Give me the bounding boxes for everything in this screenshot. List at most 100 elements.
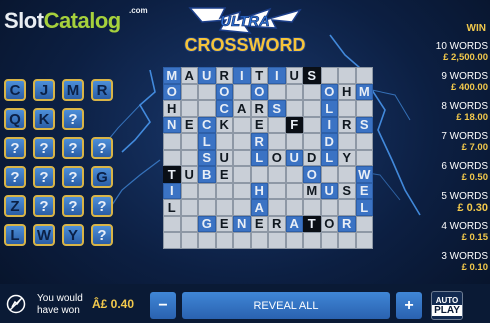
decrease-bet-button[interactable]: − bbox=[150, 292, 176, 319]
grid-cell: U bbox=[198, 67, 216, 84]
grid-cell: R bbox=[268, 215, 286, 232]
win-row-amount: £ 0.30 bbox=[457, 202, 488, 214]
grid-cell bbox=[233, 116, 251, 133]
grid-cell bbox=[180, 149, 198, 166]
grid-cell: K bbox=[215, 116, 233, 133]
grid-cell: E bbox=[355, 182, 373, 199]
grid-cell bbox=[338, 133, 356, 150]
grid-cell bbox=[355, 215, 373, 232]
grid-cell: L bbox=[250, 149, 268, 166]
grid-cell: L bbox=[320, 100, 338, 117]
won-amount: Â£ 0.40 bbox=[92, 297, 135, 311]
grid-cell bbox=[355, 67, 373, 84]
grid-cell: H bbox=[338, 83, 356, 100]
grid-cell: M bbox=[303, 182, 321, 199]
grid-cell bbox=[338, 232, 356, 249]
grid-cell bbox=[285, 182, 303, 199]
grid-cell bbox=[320, 199, 338, 216]
grid-cell bbox=[233, 232, 251, 249]
grid-cell: R bbox=[250, 100, 268, 117]
grid-cell: N bbox=[233, 215, 251, 232]
revealed-letter-tile: K bbox=[33, 108, 55, 130]
grid-cell: W bbox=[355, 166, 373, 183]
grid-cell bbox=[285, 83, 303, 100]
grid-cell: L bbox=[163, 199, 181, 216]
hidden-letter-tile[interactable]: ? bbox=[91, 137, 113, 159]
revealed-letter-tile: C bbox=[4, 79, 26, 101]
grid-cell: F bbox=[285, 116, 303, 133]
grid-cell: G bbox=[198, 215, 216, 232]
grid-cell bbox=[303, 199, 321, 216]
grid-cell: E bbox=[250, 116, 268, 133]
grid-cell: U bbox=[285, 149, 303, 166]
win-row-words: 8 WORDS bbox=[441, 101, 488, 112]
hidden-letter-tile[interactable]: ? bbox=[4, 166, 26, 188]
hidden-letter-tile[interactable]: ? bbox=[62, 108, 84, 130]
grid-cell: S bbox=[268, 100, 286, 117]
grid-cell: O bbox=[250, 83, 268, 100]
grid-cell bbox=[233, 182, 251, 199]
grid-cell: L bbox=[320, 149, 338, 166]
revealed-letter-tile: M bbox=[62, 79, 84, 101]
win-row: 6 WORDS £ 0.50 bbox=[421, 161, 488, 183]
grid-cell: S bbox=[338, 182, 356, 199]
reveal-all-button[interactable]: REVEAL ALL bbox=[182, 292, 390, 319]
grid-cell bbox=[355, 100, 373, 117]
hidden-letter-tile[interactable]: ? bbox=[91, 224, 113, 246]
grid-cell bbox=[355, 149, 373, 166]
grid-cell: I bbox=[233, 67, 251, 84]
grid-cell: T bbox=[163, 166, 181, 183]
grid-cell bbox=[215, 199, 233, 216]
grid-cell: D bbox=[303, 149, 321, 166]
grid-cell bbox=[268, 83, 286, 100]
increase-bet-button[interactable]: + bbox=[396, 292, 422, 319]
grid-cell: E bbox=[250, 215, 268, 232]
win-header: WIN bbox=[466, 23, 486, 34]
hidden-letter-tile[interactable]: ? bbox=[33, 195, 55, 217]
win-row: 10 WORDS £ 2,500.00 bbox=[421, 41, 488, 63]
hidden-letter-tile[interactable]: ? bbox=[91, 195, 113, 217]
hidden-letter-tile[interactable]: ? bbox=[4, 137, 26, 159]
grid-cell: M bbox=[163, 67, 181, 84]
grid-cell bbox=[233, 133, 251, 150]
grid-cell bbox=[268, 232, 286, 249]
autoplay-button[interactable]: AUTO PLAY bbox=[431, 291, 463, 320]
grid-cell: A bbox=[250, 199, 268, 216]
grid-cell bbox=[320, 166, 338, 183]
grid-cell: T bbox=[303, 215, 321, 232]
revealed-letter-tile: Z bbox=[4, 195, 26, 217]
grid-cell bbox=[303, 133, 321, 150]
hidden-letter-tile[interactable]: ? bbox=[33, 137, 55, 159]
grid-cell: U bbox=[320, 182, 338, 199]
grid-cell bbox=[268, 116, 286, 133]
grid-cell bbox=[303, 83, 321, 100]
win-row-words: 6 WORDS bbox=[441, 161, 488, 172]
hidden-letter-tile[interactable]: ? bbox=[62, 195, 84, 217]
grid-cell: Y bbox=[338, 149, 356, 166]
grid-cell bbox=[250, 166, 268, 183]
grid-cell bbox=[285, 100, 303, 117]
ultra-crossword-title: ULTRA CROSSWORD bbox=[184, 7, 306, 56]
grid-cell bbox=[285, 199, 303, 216]
hidden-letter-tile[interactable]: ? bbox=[62, 166, 84, 188]
grid-cell bbox=[285, 133, 303, 150]
grid-cell: H bbox=[163, 100, 181, 117]
hidden-letter-tile[interactable]: ? bbox=[62, 137, 84, 159]
grid-cell bbox=[268, 166, 286, 183]
grid-cell: U bbox=[180, 166, 198, 183]
grid-cell bbox=[215, 133, 233, 150]
revealed-letter-tile: Q bbox=[4, 108, 26, 130]
grid-cell: I bbox=[320, 116, 338, 133]
grid-cell: S bbox=[198, 149, 216, 166]
win-row-amount: £ 400.00 bbox=[451, 82, 488, 93]
revealed-letter-tile: Y bbox=[62, 224, 84, 246]
you-would-have-won-label: You would have won bbox=[37, 293, 83, 316]
grid-cell: O bbox=[320, 215, 338, 232]
grid-cell bbox=[163, 149, 181, 166]
revealed-letter-tile: R bbox=[91, 79, 113, 101]
grid-cell bbox=[198, 182, 216, 199]
win-row-amount: £ 18.00 bbox=[456, 112, 488, 123]
grid-cell bbox=[180, 182, 198, 199]
hidden-letter-tile[interactable]: ? bbox=[33, 166, 55, 188]
title-crossword: CROSSWORD bbox=[185, 35, 306, 55]
